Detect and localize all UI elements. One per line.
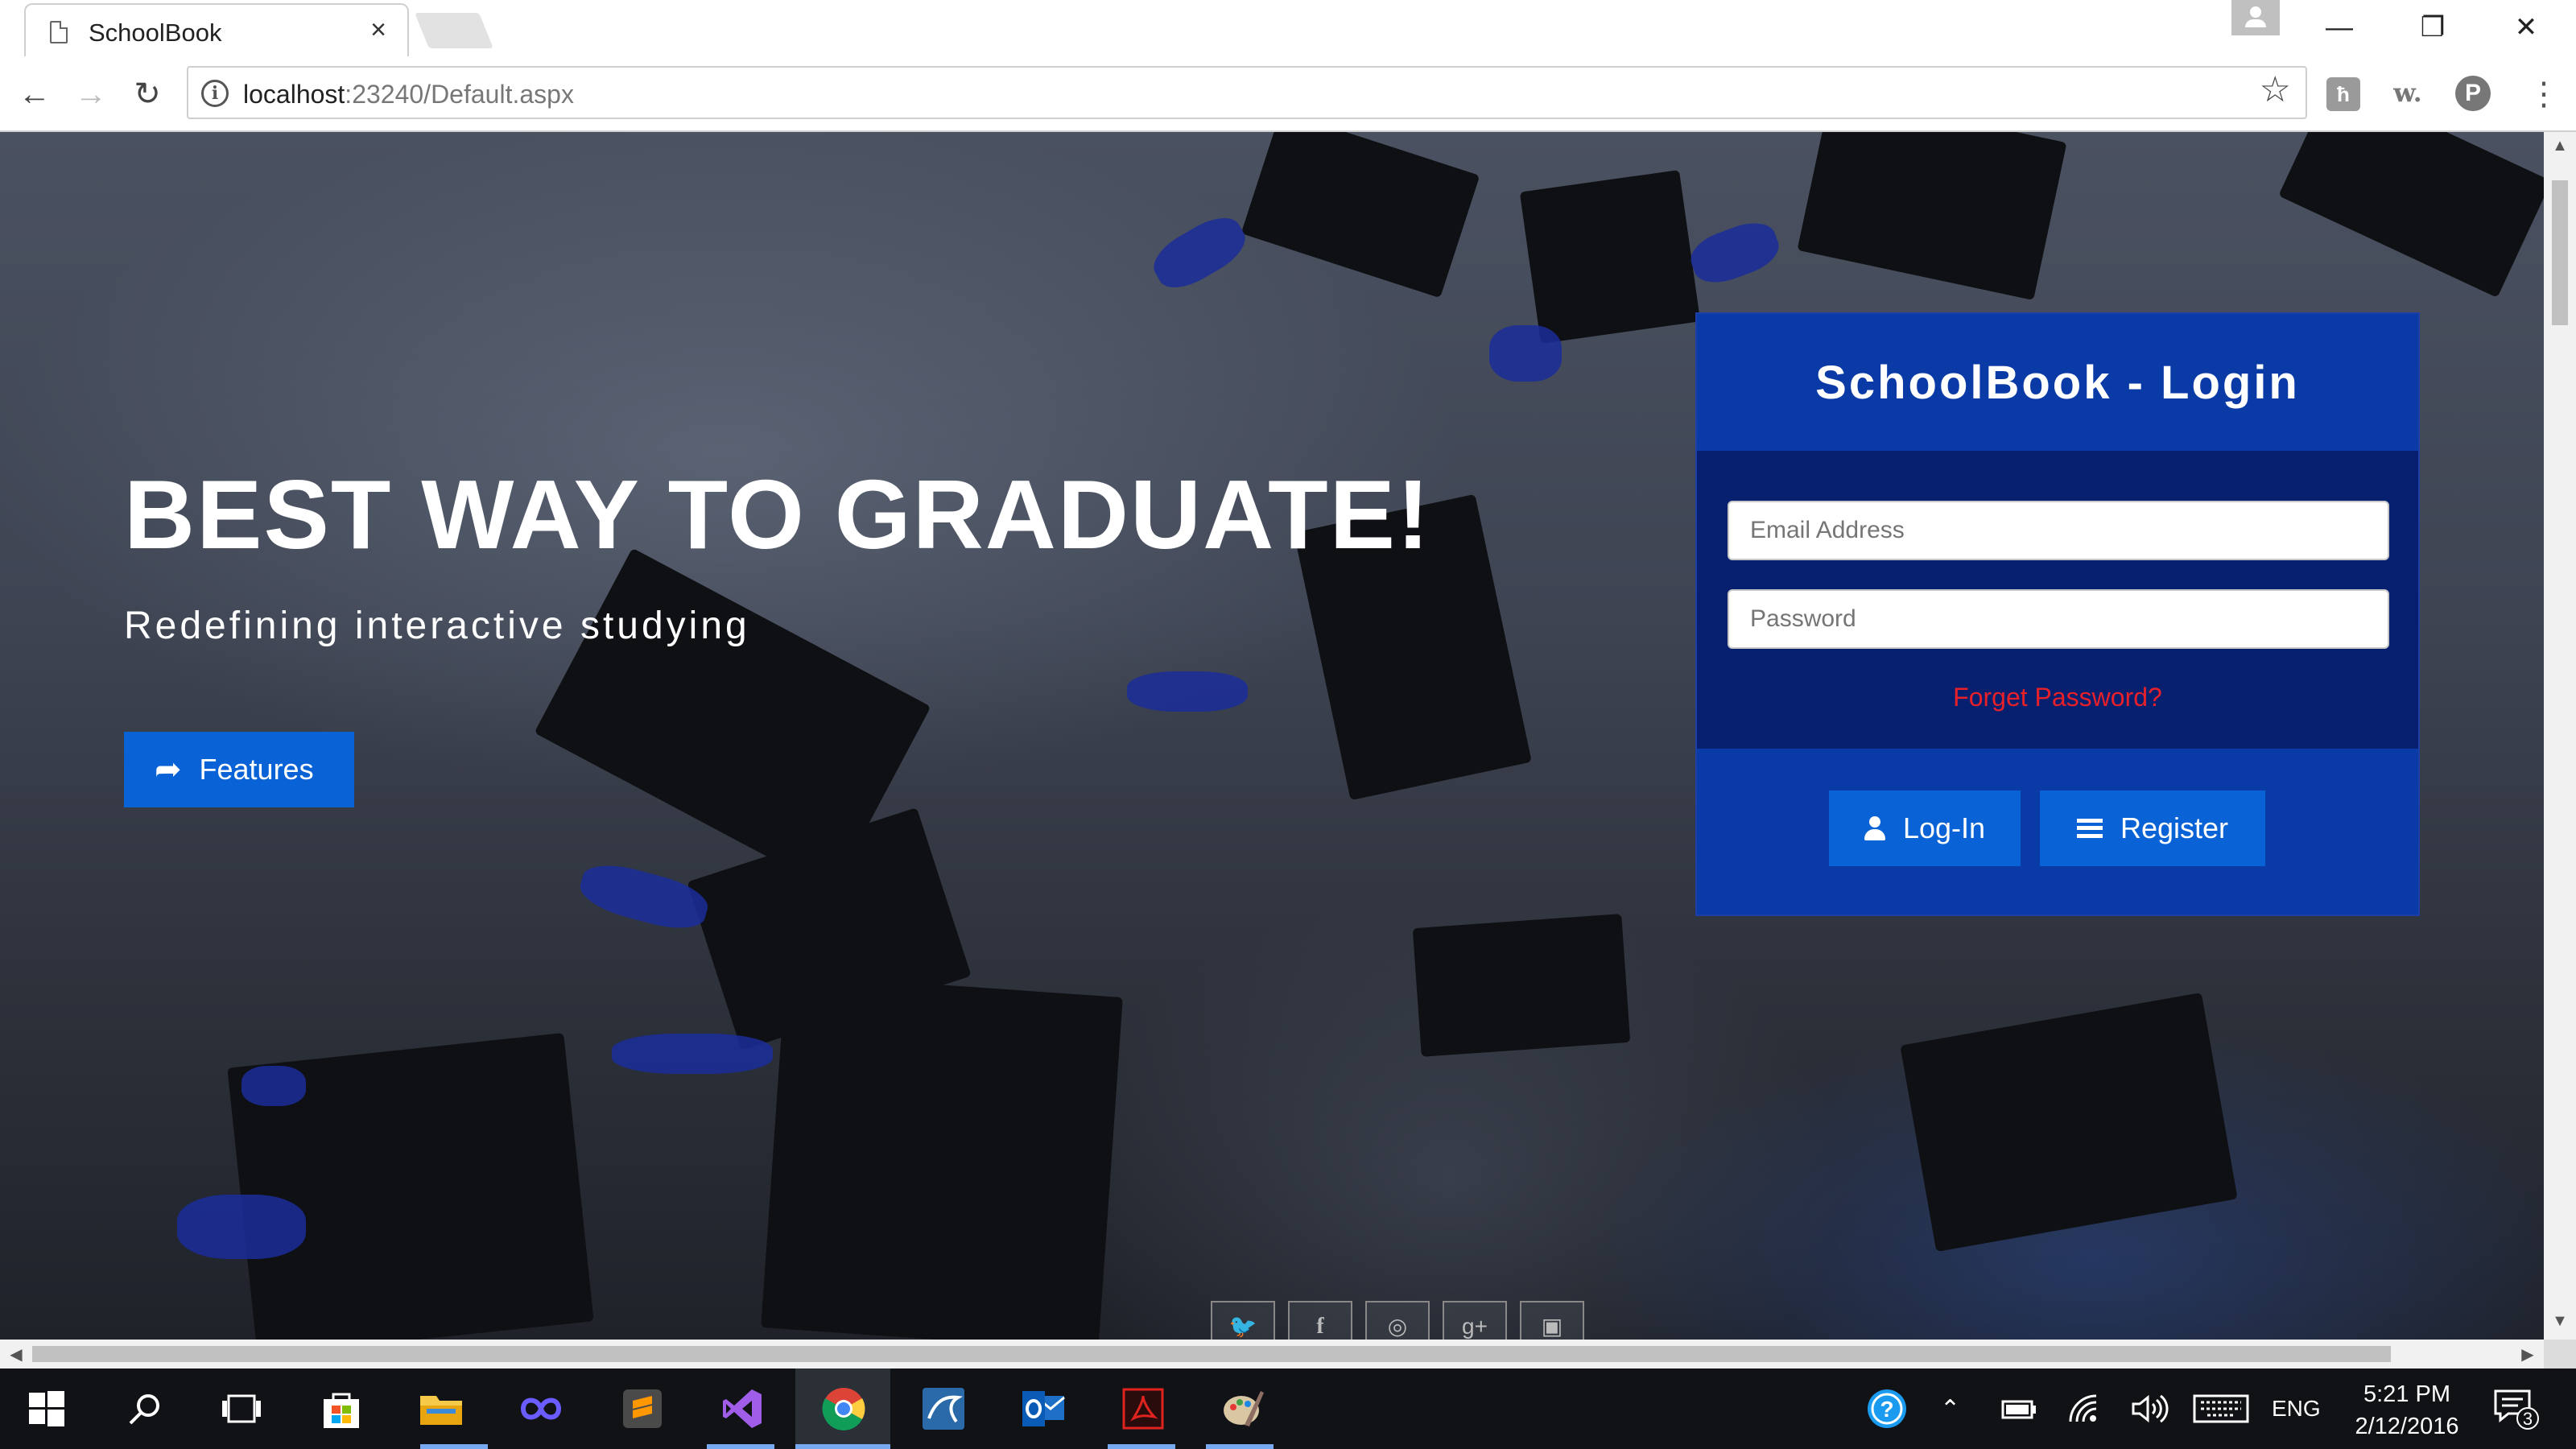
scrollbar-corner <box>2544 1340 2576 1368</box>
browser-tab[interactable]: SchoolBook × <box>24 3 409 56</box>
features-label: Features <box>199 753 314 786</box>
sublime-text-icon[interactable] <box>617 1383 668 1435</box>
scroll-left-icon[interactable]: ◀ <box>0 1344 32 1364</box>
clock[interactable]: 5:21 PM 2/12/2016 <box>2334 1378 2479 1443</box>
page-viewport: BEST WAY TO GRADUATE! Redefining interac… <box>0 132 2544 1340</box>
notification-count: 3 <box>2523 1409 2533 1429</box>
minimize-button[interactable]: — <box>2299 6 2380 48</box>
svg-text:?: ? <box>1880 1397 1893 1422</box>
search-icon[interactable] <box>119 1383 171 1435</box>
login-button-label: Log-In <box>1902 811 1986 844</box>
extension-1-icon[interactable]: ћ <box>2326 77 2360 111</box>
scroll-down-icon[interactable]: ▼ <box>2544 1312 2576 1331</box>
login-actions: Log-In Register <box>1697 749 2418 914</box>
forward-button[interactable]: → <box>69 72 113 116</box>
vertical-scroll-thumb[interactable] <box>2552 180 2568 325</box>
browser-toolbar: ← → ↻ i localhost:23240/Default.aspx ☆ ћ… <box>0 56 2576 132</box>
horizontal-scroll-thumb[interactable] <box>32 1346 2391 1362</box>
tab-title: SchoolBook <box>89 19 222 47</box>
back-button[interactable]: ← <box>13 72 56 116</box>
instagram-icon[interactable]: ▣ <box>1520 1301 1584 1340</box>
clock-time: 5:21 PM <box>2363 1381 2450 1407</box>
email-field[interactable] <box>1728 501 2389 560</box>
extension-3-icon[interactable]: P <box>2455 76 2491 111</box>
visual-studio-icon[interactable] <box>716 1383 768 1435</box>
profile-icon[interactable] <box>2231 0 2280 35</box>
restore-button[interactable]: ❐ <box>2392 6 2473 48</box>
close-window-button[interactable]: ✕ <box>2486 6 2566 48</box>
google-plus-icon[interactable]: g+ <box>1443 1301 1507 1340</box>
login-title: SchoolBook - Login <box>1815 357 2300 409</box>
store-icon[interactable] <box>316 1383 367 1435</box>
task-view-icon[interactable] <box>216 1383 267 1435</box>
scroll-right-icon[interactable]: ▶ <box>2512 1344 2544 1364</box>
bars-icon <box>2076 819 2103 838</box>
dribbble-icon[interactable]: ◎ <box>1365 1301 1430 1340</box>
tray-expand-icon[interactable]: ⌃ <box>1940 1368 1960 1449</box>
login-button[interactable]: Log-In <box>1829 791 2021 866</box>
reload-button[interactable]: ↻ <box>126 72 169 116</box>
help-icon[interactable]: ? <box>1861 1383 1913 1435</box>
volume-icon[interactable] <box>2130 1368 2169 1449</box>
bookmark-star-icon[interactable]: ☆ <box>2260 72 2291 108</box>
browser-menu-icon[interactable]: ⋮ <box>2528 72 2560 116</box>
horizontal-scrollbar[interactable]: ◀ ▶ <box>0 1340 2544 1368</box>
taskbar: ? ⌃ ENG 5:21 PM 2/12/2016 3 <box>0 1368 2576 1449</box>
tab-close-icon[interactable]: × <box>370 16 386 43</box>
login-panel: SchoolBook - Login Forget Password? Log-… <box>1695 312 2420 916</box>
url-path: :23240/Default.aspx <box>345 80 574 109</box>
action-center-icon[interactable]: 3 <box>2491 1383 2542 1435</box>
wifi-icon[interactable] <box>2067 1368 2103 1449</box>
clock-date: 2/12/2016 <box>2355 1414 2459 1439</box>
features-button[interactable]: ➦ Features <box>124 732 354 807</box>
register-button-label: Register <box>2120 811 2229 844</box>
twitter-icon[interactable]: 🐦 <box>1211 1301 1275 1340</box>
scroll-up-icon[interactable]: ▲ <box>2544 137 2576 155</box>
password-field[interactable] <box>1728 589 2389 649</box>
register-button[interactable]: Register <box>2040 791 2265 866</box>
user-icon <box>1864 816 1885 840</box>
chrome-icon[interactable] <box>818 1383 869 1435</box>
url-host: localhost <box>243 80 345 109</box>
login-header: SchoolBook - Login <box>1697 314 2418 451</box>
language-indicator[interactable]: ENG <box>2272 1368 2321 1449</box>
login-form: Forget Password? <box>1697 451 2418 749</box>
vertical-scrollbar[interactable]: ▲ ▼ <box>2544 132 2576 1340</box>
browser-tab-strip: SchoolBook × — ❐ ✕ <box>0 0 2576 56</box>
file-explorer-icon[interactable] <box>415 1383 467 1435</box>
hero-subtitle: Redefining interactive studying <box>124 605 750 647</box>
forgot-password-link[interactable]: Forget Password? <box>1697 683 2418 712</box>
page-icon <box>50 21 68 43</box>
extension-2-icon[interactable]: w. <box>2388 72 2428 113</box>
url-text: localhost:23240/Default.aspx <box>243 80 574 109</box>
share-arrow-icon: ➦ <box>155 752 182 787</box>
address-bar[interactable]: i localhost:23240/Default.aspx ☆ <box>187 66 2307 119</box>
acrobat-reader-icon[interactable] <box>1117 1383 1169 1435</box>
hero-title: BEST WAY TO GRADUATE! <box>124 460 1431 569</box>
outlook-icon[interactable] <box>1018 1383 1069 1435</box>
new-tab-button[interactable] <box>415 13 493 48</box>
keyboard-icon[interactable] <box>2193 1368 2249 1449</box>
mysql-workbench-icon[interactable] <box>918 1383 969 1435</box>
infinity-app-icon[interactable] <box>515 1383 567 1435</box>
start-windows-icon[interactable] <box>21 1383 72 1435</box>
info-icon[interactable]: i <box>201 80 229 107</box>
battery-icon[interactable] <box>2000 1368 2038 1449</box>
paint-icon[interactable] <box>1217 1383 1269 1435</box>
facebook-icon[interactable]: f <box>1288 1301 1352 1340</box>
